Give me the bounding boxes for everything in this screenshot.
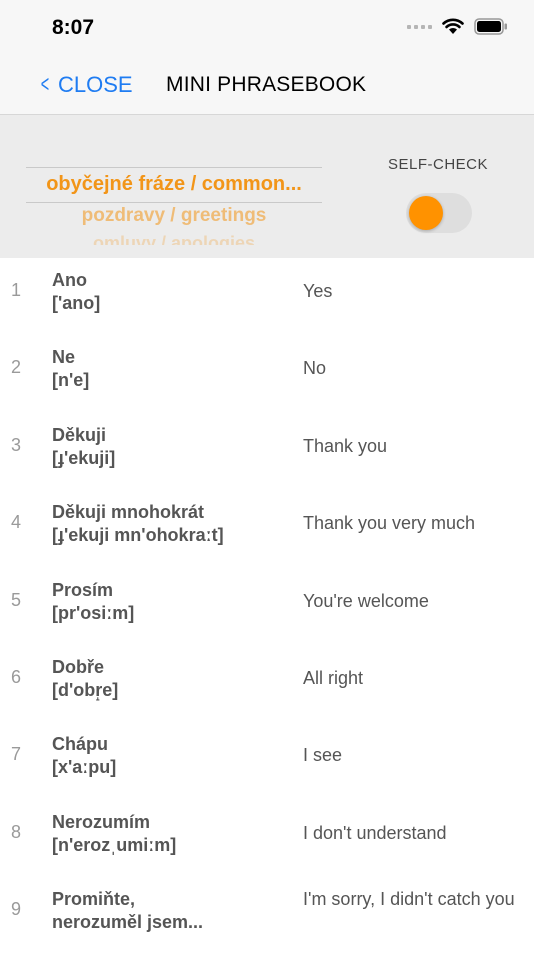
english-translation: Thank you very much [303,513,476,534]
czech-phrase: Děkuji [ɟ'ekuji] [52,424,292,470]
czech-phrase: Ano ['ano] [52,269,292,315]
row-number: 2 [11,357,22,378]
phrase-list: 1 Ano ['ano] Yes 2 Ne [n'e] No 3 Děkuji … [0,258,534,955]
row-number: 6 [11,666,22,687]
picker-divider [26,202,322,203]
czech-text: Chápu [52,734,108,755]
czech-text: Nerozumím [52,811,151,832]
english-translation: Yes [303,281,333,301]
self-check-toggle[interactable] [406,193,472,233]
phonetic-text: nerozuměl jsem... [52,912,204,933]
row-number: 9 [11,899,22,920]
navigation-bar: < CLOSE MINI PHRASEBOOK [0,58,534,115]
wifi-icon [442,18,464,34]
chevron-left-icon: < [40,71,50,98]
list-item[interactable]: 9 Promiňte, nerozuměl jsem... I'm sorry,… [0,877,534,954]
picker-item-selected[interactable]: obyčejné fráze / common... [26,173,322,196]
phonetic-text: [n'e] [52,370,90,391]
phonetic-text: [d'obr̝e] [52,679,119,700]
english-translation: I don't understand [303,822,447,843]
english-translation: All right [303,667,364,688]
czech-text: Dobře [52,656,105,677]
czech-text: Prosím [52,579,114,600]
battery-icon [474,18,507,35]
phonetic-text: ['ano] [52,293,101,313]
self-check-label: SELF-CHECK [388,156,489,173]
status-icons [407,18,508,35]
list-item[interactable]: 7 Chápu [x'aːpu] I see [0,722,534,799]
picker-item[interactable]: omluvy / apologies [26,233,322,245]
phonetic-text: [pr'osiːm] [52,602,135,623]
list-item[interactable]: 6 Dobře [d'obr̝e] All right [0,645,534,722]
category-picker[interactable]: obyčejné fráze / common... pozdravy / gr… [26,145,322,245]
close-button-label: CLOSE [58,72,133,97]
czech-text: Ne [52,347,76,368]
close-button[interactable]: < CLOSE [38,72,133,98]
picker-divider [26,167,322,168]
czech-phrase: Dobře [d'obr̝e] [52,656,292,702]
row-number: 7 [11,744,22,765]
czech-phrase: Prosím [pr'osiːm] [52,579,292,625]
controls-panel: obyčejné fráze / common... pozdravy / gr… [0,115,534,258]
picker-item[interactable]: pozdravy / greetings [26,205,322,227]
toggle-knob [409,196,443,230]
english-translation: No [303,358,327,379]
phonetic-text: [ɟ'ekuji mn'ohokraːt] [52,525,224,546]
czech-text: Ano [52,270,87,290]
row-number: 1 [11,280,22,300]
row-number: 3 [11,434,22,455]
czech-phrase: Nerozumím [n'erozˌumiːm] [52,811,292,857]
list-item[interactable]: 3 Děkuji [ɟ'ekuji] Thank you [0,413,534,490]
status-bar: 8:07 [0,0,534,58]
signal-icon [407,24,432,29]
czech-text: Děkuji [52,424,107,445]
status-time: 8:07 [52,16,95,39]
list-item[interactable]: 4 Děkuji mnohokrát [ɟ'ekuji mn'ohokraːt]… [0,490,534,567]
czech-text: Děkuji mnohokrát [52,502,205,523]
czech-text: Promiňte, [52,889,136,910]
english-translation: You're welcome [303,590,429,611]
phonetic-text: [n'erozˌumiːm] [52,834,177,855]
english-translation: Thank you [303,435,388,456]
czech-phrase: Chápu [x'aːpu] [52,733,292,779]
list-item[interactable]: 8 Nerozumím [n'erozˌumiːm] I don't under… [0,800,534,877]
row-number: 5 [11,589,22,610]
phonetic-text: [x'aːpu] [52,757,117,778]
czech-phrase: Promiňte, nerozuměl jsem... [52,888,292,934]
list-item[interactable]: 1 Ano ['ano] Yes [0,258,534,335]
row-number: 8 [11,821,22,842]
list-item[interactable]: 2 Ne [n'e] No [0,335,534,412]
czech-phrase: Ne [n'e] [52,346,292,392]
row-number: 4 [11,512,22,533]
page-title: MINI PHRASEBOOK [166,73,367,96]
english-translation: I'm sorry, I didn't catch you [303,889,515,910]
list-item[interactable]: 5 Prosím [pr'osiːm] You're welcome [0,568,534,645]
czech-phrase: Děkuji mnohokrát [ɟ'ekuji mn'ohokraːt] [52,501,292,547]
phonetic-text: [ɟ'ekuji] [52,447,116,468]
english-translation: I see [303,745,343,766]
